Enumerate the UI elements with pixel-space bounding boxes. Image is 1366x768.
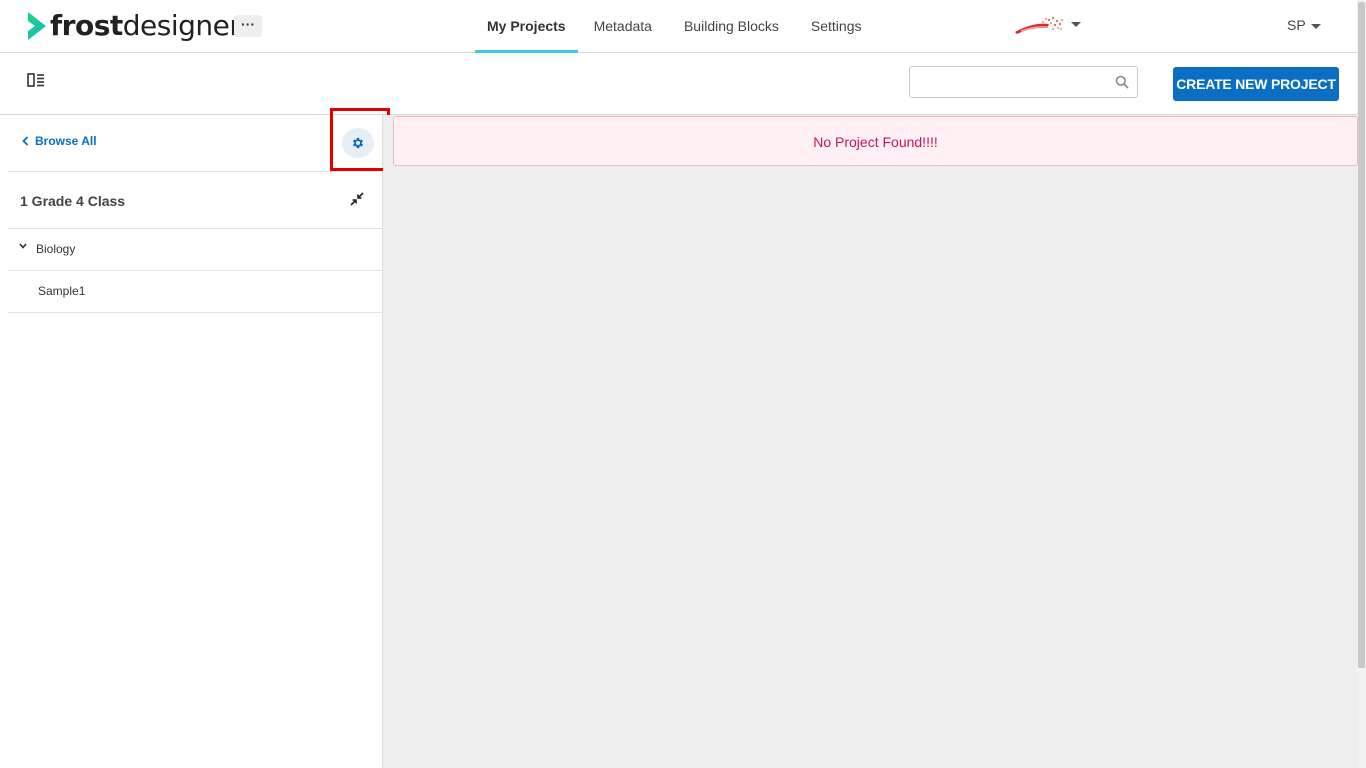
chevron-left-icon bbox=[22, 136, 29, 146]
tree-item-label: Sample1 bbox=[38, 284, 86, 298]
gear-icon bbox=[352, 137, 364, 149]
logo-text-bold: frost bbox=[50, 9, 123, 42]
settings-gear-button[interactable] bbox=[342, 128, 374, 158]
main-nav: My Projects Metadata Building Blocks Set… bbox=[475, 0, 878, 53]
frost-designer-logo[interactable]: frostdesigner bbox=[26, 8, 241, 44]
top-navbar: frostdesigner ··· My Projects Metadata B… bbox=[0, 0, 1366, 53]
no-project-alert: No Project Found!!!! bbox=[393, 116, 1358, 166]
tree-item-label: Biology bbox=[36, 242, 76, 256]
user-menu[interactable]: SP bbox=[1287, 17, 1306, 33]
search-input[interactable] bbox=[910, 67, 1110, 97]
tree-item-sample1[interactable]: Sample1 bbox=[8, 271, 382, 313]
toggle-sidebar-icon[interactable] bbox=[27, 73, 45, 87]
logo-chevron-icon bbox=[28, 12, 46, 40]
project-search bbox=[909, 66, 1138, 98]
browse-all-link[interactable]: Browse All bbox=[22, 134, 97, 148]
nav-metadata[interactable]: Metadata bbox=[578, 0, 668, 53]
user-dropdown-caret-icon[interactable] bbox=[1311, 24, 1321, 29]
chevron-down-icon[interactable] bbox=[19, 243, 27, 249]
scrollbar-thumb[interactable] bbox=[1358, 2, 1365, 668]
browse-all-label: Browse All bbox=[35, 134, 97, 148]
nav-building-blocks[interactable]: Building Blocks bbox=[668, 0, 795, 53]
more-menu-button[interactable]: ··· bbox=[234, 15, 262, 37]
sidebar: Browse All 1 Grade 4 Class Biology Sampl… bbox=[0, 108, 390, 768]
class-title: 1 Grade 4 Class bbox=[20, 193, 126, 209]
search-icon[interactable] bbox=[1115, 75, 1129, 89]
organization-logo[interactable] bbox=[1013, 14, 1065, 36]
main-content: No Project Found!!!! bbox=[383, 115, 1358, 768]
browse-row: Browse All bbox=[8, 108, 390, 172]
class-header: 1 Grade 4 Class bbox=[8, 172, 382, 229]
tree-item-biology[interactable]: Biology bbox=[8, 229, 382, 271]
create-new-project-button[interactable]: CREATE NEW PROJECT bbox=[1173, 67, 1339, 101]
nav-settings[interactable]: Settings bbox=[795, 0, 878, 53]
nav-my-projects[interactable]: My Projects bbox=[475, 0, 578, 53]
toolbar: CREATE NEW PROJECT bbox=[0, 53, 1357, 115]
logo-text-light: designer bbox=[122, 9, 241, 42]
org-dropdown-caret-icon[interactable] bbox=[1071, 22, 1081, 27]
collapse-arrows-icon[interactable] bbox=[350, 192, 364, 206]
